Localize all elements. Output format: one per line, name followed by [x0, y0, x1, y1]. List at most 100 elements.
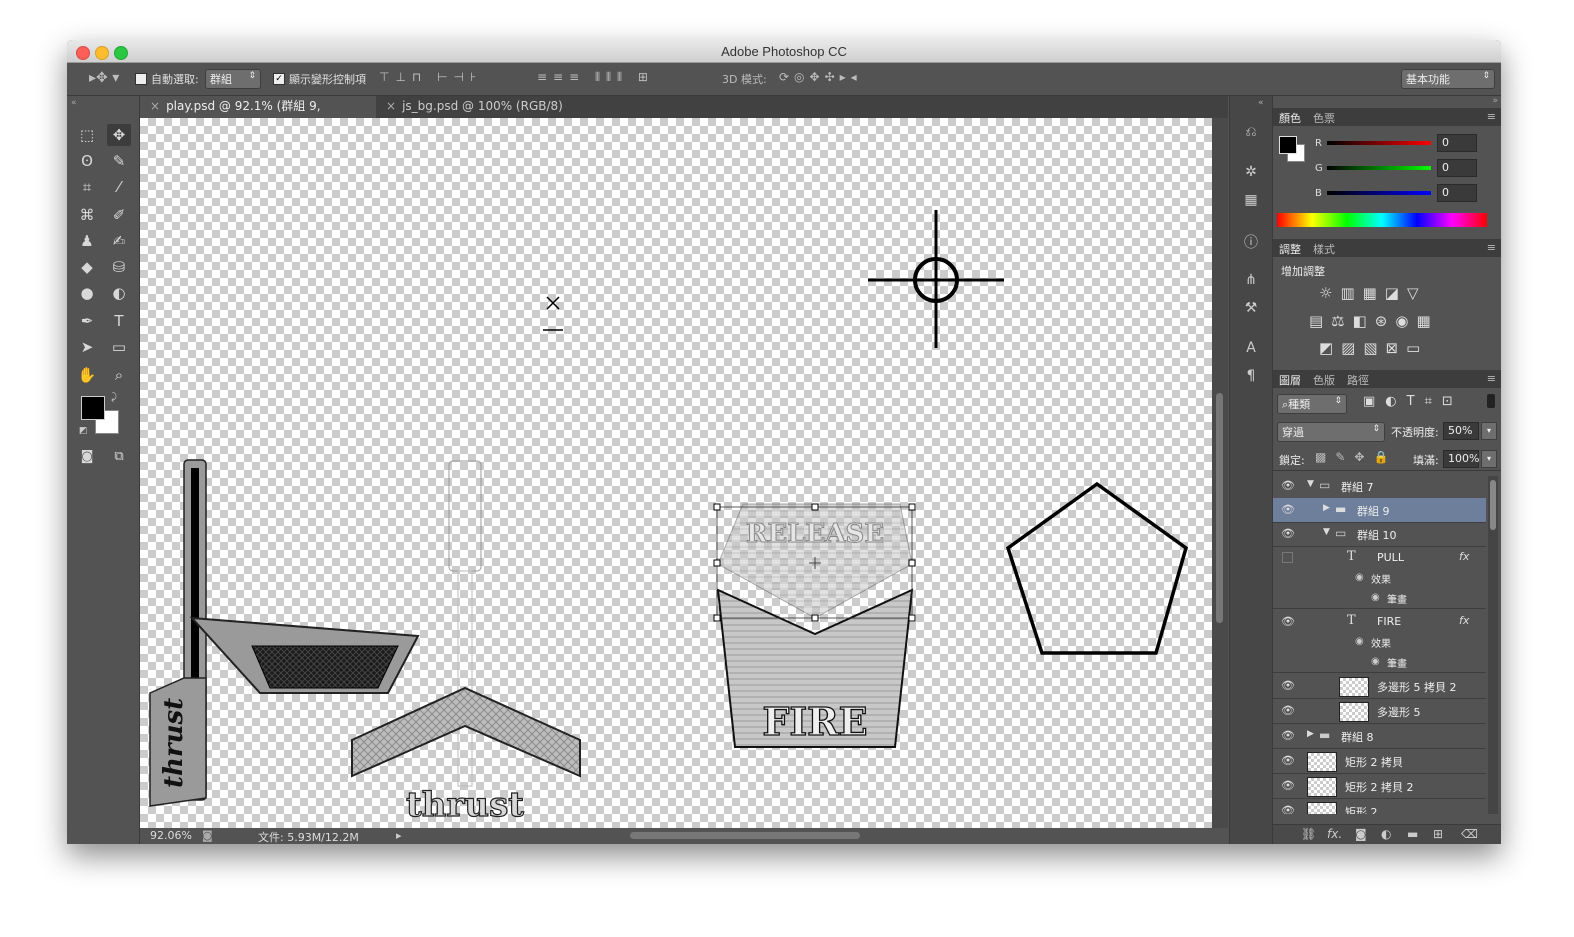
status-menu-arrow-icon[interactable]: ▸: [396, 829, 402, 842]
visibility-eye-icon[interactable]: 👁: [1281, 479, 1295, 492]
close-tab-icon[interactable]: ×: [386, 99, 396, 113]
trash-icon[interactable]: ⌫: [1461, 827, 1478, 841]
visibility-eye-icon[interactable]: 👁: [1281, 754, 1295, 767]
zoom-tool-icon[interactable]: ⌕: [107, 364, 131, 386]
new-group-icon[interactable]: ▬: [1407, 827, 1418, 841]
color-fg-swatch[interactable]: [1279, 136, 1297, 154]
paint-bucket-tool-icon[interactable]: ⛁: [107, 256, 131, 278]
layer-stroke-effect-row[interactable]: ◉ 筆畫: [1273, 652, 1486, 673]
layer-effects-row[interactable]: ◉ 效果: [1273, 632, 1486, 652]
paragraph-panel-icon[interactable]: ¶: [1240, 368, 1262, 388]
type-tool-icon[interactable]: T: [107, 310, 131, 332]
channel-r-input[interactable]: 0: [1437, 134, 1477, 152]
channel-g-input[interactable]: 0: [1437, 159, 1477, 177]
align-buttons-icon[interactable]: ⊤⊥⊓ ⊢⊣⊦: [379, 70, 482, 84]
healing-brush-tool-icon[interactable]: ⌘: [75, 204, 99, 226]
visibility-eye-icon[interactable]: 👁: [1281, 729, 1295, 742]
tab-channels[interactable]: 色版: [1313, 372, 1335, 388]
hand-tool-icon[interactable]: ✋: [75, 364, 99, 386]
disclosure-open-icon[interactable]: ▼: [1323, 527, 1330, 537]
color-spectrum-ramp[interactable]: [1277, 213, 1487, 227]
document-canvas[interactable]: thrust thrust RELEASE FIRE: [140, 118, 1212, 828]
workspace-dropdown[interactable]: 基本功能 ⇕: [1401, 69, 1495, 89]
layer-row-polygon-5-copy-2[interactable]: 👁 多邊形 5 拷貝 2: [1273, 674, 1486, 699]
auto-select-checkbox[interactable]: [135, 73, 147, 85]
disclosure-closed-icon[interactable]: ▶: [1307, 729, 1314, 739]
history-panel-icon[interactable]: ⎌: [1240, 124, 1262, 144]
visibility-eye-icon[interactable]: 👁: [1281, 779, 1295, 792]
move-tool-icon[interactable]: ✥: [107, 124, 131, 146]
tab-js-bg-psd[interactable]: × js_bg.psd @ 100% (RGB/8): [376, 96, 576, 118]
crop-tool-icon[interactable]: ⌗: [75, 176, 99, 198]
layer-row-group-8[interactable]: 👁 ▶ ▬ 群組 8: [1273, 724, 1486, 749]
rectangle-tool-icon[interactable]: ▭: [107, 336, 131, 358]
histogram-icon[interactable]: ▦: [1240, 192, 1262, 212]
channel-b-slider[interactable]: [1327, 191, 1431, 195]
layer-row-group-9[interactable]: 👁 ▶ ▬ 群組 9: [1273, 498, 1486, 523]
effect-eye-icon[interactable]: ◉: [1371, 592, 1380, 603]
path-select-tool-icon[interactable]: ➤: [75, 336, 99, 358]
panel-menu-icon[interactable]: ≡: [1487, 110, 1496, 123]
layer-filter-icons[interactable]: ▣◐T⌗⊡: [1363, 394, 1463, 409]
layer-fx-badge[interactable]: fx: [1459, 614, 1469, 627]
default-colors-icon[interactable]: ◩: [79, 426, 88, 436]
layer-fx-badge[interactable]: fx: [1459, 550, 1469, 563]
layer-row-pull[interactable]: T PULL fx: [1273, 546, 1486, 568]
tab-paths[interactable]: 路徑: [1347, 372, 1369, 388]
collapse-icon[interactable]: «: [71, 98, 77, 108]
add-mask-icon[interactable]: ◙: [1355, 827, 1367, 841]
show-transform-checkbox[interactable]: ✓: [273, 73, 285, 85]
quick-select-tool-icon[interactable]: ✎: [107, 150, 131, 172]
adjustment-icons-row2[interactable]: ▤⚖◧⊛◉▦: [1309, 312, 1439, 330]
opacity-input[interactable]: 50%: [1443, 422, 1479, 440]
blur-tool-icon[interactable]: ●: [75, 282, 99, 304]
tab-layers[interactable]: 圖層: [1279, 372, 1301, 388]
screen-mode-icon[interactable]: ⧉: [107, 446, 131, 468]
layers-scrollbar[interactable]: [1488, 476, 1498, 814]
scrollbar-thumb[interactable]: [1216, 393, 1223, 623]
lasso-tool-icon[interactable]: ʘ: [75, 150, 99, 172]
layer-row-fire[interactable]: 👁 T FIRE fx: [1273, 610, 1486, 632]
layer-row-polygon-5[interactable]: 👁 多邊形 5: [1273, 699, 1486, 724]
horizontal-scrollbar-thumb[interactable]: [630, 832, 860, 839]
zoom-level[interactable]: 92.06%: [150, 829, 192, 842]
character-panel-icon[interactable]: A: [1240, 340, 1262, 360]
swap-colors-icon[interactable]: ⤸: [111, 392, 117, 403]
info-panel-icon[interactable]: ⓘ: [1240, 232, 1262, 252]
canvas-vertical-scrollbar[interactable]: [1212, 118, 1228, 828]
layer-effects-row[interactable]: ◉ 效果: [1273, 568, 1486, 588]
disclosure-closed-icon[interactable]: ▶: [1323, 503, 1330, 513]
effect-eye-icon[interactable]: ◉: [1355, 572, 1364, 583]
foreground-color-swatch[interactable]: [81, 396, 105, 420]
panel-menu-icon[interactable]: ≡: [1487, 372, 1496, 385]
visibility-eye-icon[interactable]: 👁: [1281, 615, 1295, 628]
layer-stroke-effect-row[interactable]: ◉ 筆畫: [1273, 588, 1486, 609]
layer-row-rect-2-copy[interactable]: 👁 矩形 2 拷貝: [1273, 749, 1486, 774]
close-tab-icon[interactable]: ×: [150, 99, 160, 113]
move-tool-preset-icon[interactable]: ▸✥ ▾: [89, 70, 119, 86]
link-layers-icon[interactable]: ⛓: [1301, 827, 1316, 841]
adjustment-icons-row3[interactable]: ◩▨▧⊠▭: [1319, 339, 1428, 357]
layer-row-group-7[interactable]: 👁 ▼ ▭ 群組 7: [1273, 474, 1486, 499]
layers-scrollbar-thumb[interactable]: [1490, 480, 1496, 530]
channel-g-slider[interactable]: [1327, 166, 1431, 170]
layer-row-group-10[interactable]: 👁 ▼ ▭ 群組 10: [1273, 522, 1486, 547]
visibility-eye-icon[interactable]: 👁: [1281, 704, 1295, 717]
3d-mode-icons[interactable]: ⟳◎✥✣▸◂: [779, 70, 862, 84]
add-style-fx-icon[interactable]: fx.: [1327, 827, 1342, 841]
pen-tool-icon[interactable]: ✒: [75, 310, 99, 332]
tab-color[interactable]: 顏色: [1279, 110, 1301, 126]
channel-b-input[interactable]: 0: [1437, 184, 1477, 202]
visibility-hidden-box[interactable]: [1282, 552, 1293, 563]
disclosure-open-icon[interactable]: ▼: [1307, 479, 1314, 489]
quick-mask-icon[interactable]: ◙: [75, 446, 99, 468]
eyedropper-tool-icon[interactable]: ⁄: [107, 176, 131, 198]
visibility-eye-icon[interactable]: 👁: [1281, 679, 1295, 692]
layer-row-rect-2[interactable]: 👁 矩形 2: [1273, 799, 1486, 814]
new-layer-icon[interactable]: ⊞: [1433, 827, 1443, 841]
fill-input[interactable]: 100%: [1443, 450, 1479, 468]
adjustment-icons-row1[interactable]: ☼▥▦◪▽: [1319, 284, 1427, 302]
history-brush-tool-icon[interactable]: ✍: [107, 230, 131, 252]
visibility-eye-icon[interactable]: 👁: [1281, 527, 1295, 540]
brush-tool-icon[interactable]: ✐: [107, 204, 131, 226]
